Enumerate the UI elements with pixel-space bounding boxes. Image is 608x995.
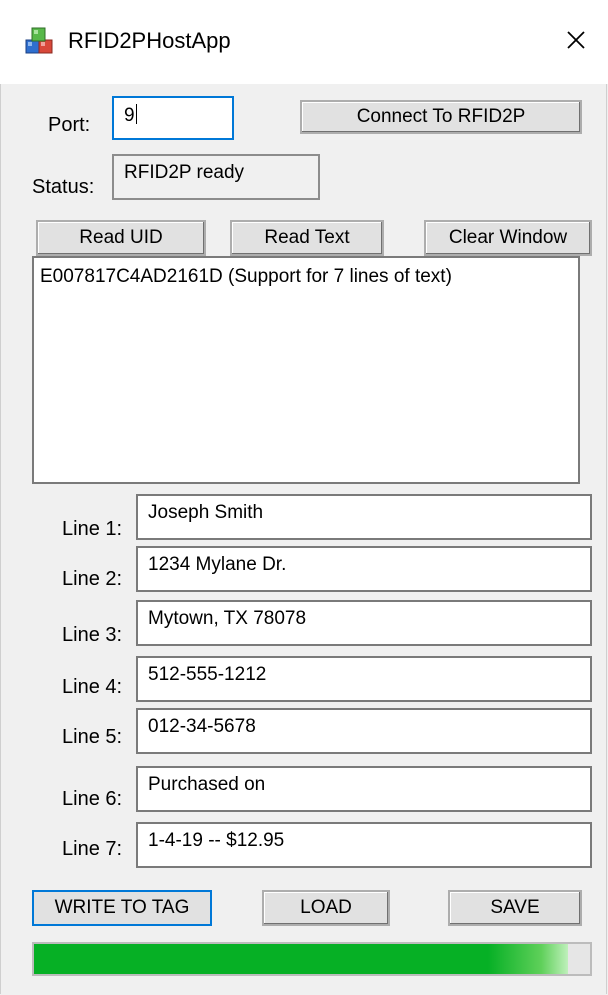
save-button[interactable]: SAVE xyxy=(448,890,582,926)
line-5-label: Line 5: xyxy=(62,726,123,748)
clear-window-button[interactable]: Clear Window xyxy=(424,220,592,256)
output-text: E007817C4AD2161D (Support for 7 lines of… xyxy=(40,266,452,287)
close-icon[interactable] xyxy=(560,24,592,56)
progress-fill xyxy=(34,944,568,974)
write-to-tag-button[interactable]: WRITE TO TAG xyxy=(32,890,212,926)
read-uid-button[interactable]: Read UID xyxy=(36,220,206,256)
progress-bar xyxy=(32,942,592,976)
port-label: Port: xyxy=(48,114,91,136)
text-caret xyxy=(135,104,137,124)
line-7-label: Line 7: xyxy=(62,838,123,860)
window-title: RFID2PHostApp xyxy=(68,28,231,53)
line-2-label: Line 2: xyxy=(62,568,123,590)
line-2-input[interactable]: 1234 Mylane Dr. xyxy=(136,546,592,592)
line-6-input[interactable]: Purchased on xyxy=(136,766,592,812)
title-bar: RFID2PHostApp xyxy=(0,0,608,84)
line-3-input[interactable]: Mytown, TX 78078 xyxy=(136,600,592,646)
status-label: Status: xyxy=(32,176,95,198)
port-input[interactable]: 9 xyxy=(112,96,234,140)
line-1-input[interactable]: Joseph Smith xyxy=(136,494,592,540)
line-4-input[interactable]: 512-555-1212 xyxy=(136,656,592,702)
line-4-label: Line 4: xyxy=(62,676,123,698)
app-cubes-icon xyxy=(25,27,53,54)
line-3-label: Line 3: xyxy=(62,624,123,646)
line-1-label: Line 1: xyxy=(62,518,123,540)
port-value: 9 xyxy=(124,105,135,126)
read-text-button[interactable]: Read Text xyxy=(230,220,384,256)
output-textarea[interactable]: E007817C4AD2161D (Support for 7 lines of… xyxy=(32,256,580,484)
line-6-label: Line 6: xyxy=(62,788,123,810)
status-field: RFID2P ready xyxy=(112,154,320,200)
connect-button[interactable]: Connect To RFID2P xyxy=(300,100,582,134)
line-5-input[interactable]: 012-34-5678 xyxy=(136,708,592,754)
line-7-input[interactable]: 1-4-19 -- $12.95 xyxy=(136,822,592,868)
load-button[interactable]: LOAD xyxy=(262,890,390,926)
